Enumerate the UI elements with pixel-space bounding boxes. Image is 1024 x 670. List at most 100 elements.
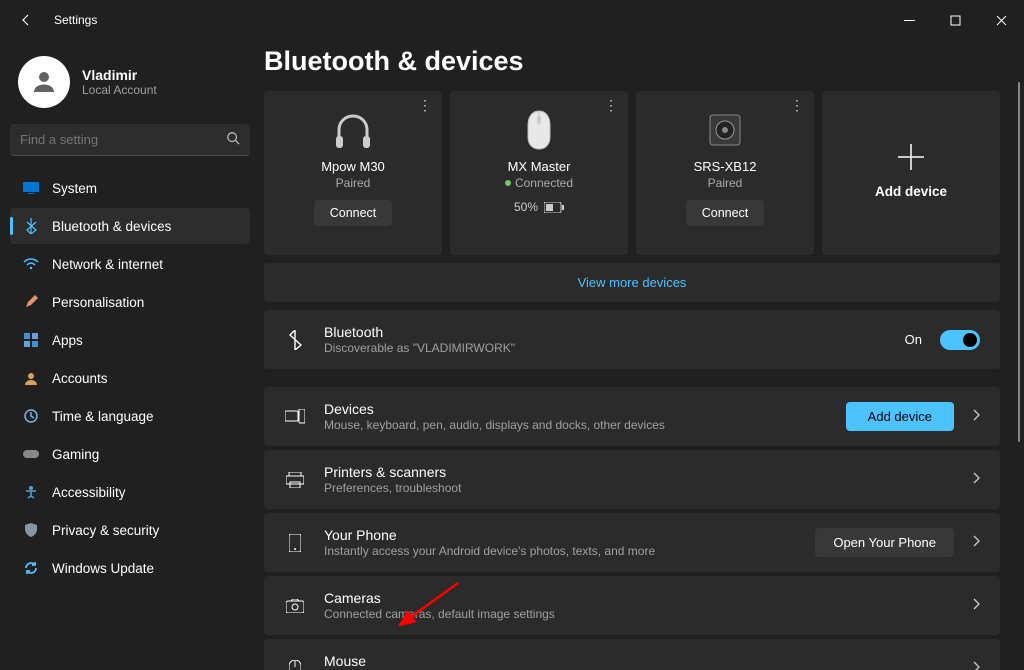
camera-icon	[284, 599, 306, 613]
sidebar-item-windows-update[interactable]: Windows Update	[10, 550, 250, 586]
brush-icon	[22, 293, 40, 311]
card-more-button[interactable]: ⋮	[418, 97, 432, 114]
sidebar-item-label: Accessibility	[52, 485, 126, 500]
sidebar: Vladimir Local Account System Bluetooth …	[0, 40, 260, 670]
row-title: Your Phone	[324, 527, 797, 543]
connected-dot-icon	[505, 180, 511, 186]
sidebar-item-label: Time & language	[52, 409, 154, 424]
card-more-button[interactable]: ⋮	[604, 97, 618, 114]
row-bluetooth-toggle[interactable]: Bluetooth Discoverable as "VLADIMIRWORK"…	[264, 310, 1000, 369]
shield-icon	[22, 521, 40, 539]
device-name: SRS-XB12	[694, 159, 757, 174]
row-sub: Mouse, keyboard, pen, audio, displays an…	[324, 418, 828, 432]
add-device-label: Add device	[875, 184, 947, 199]
back-button[interactable]	[14, 8, 38, 32]
gaming-icon	[22, 445, 40, 463]
sidebar-item-label: Personalisation	[52, 295, 144, 310]
open-your-phone-button[interactable]: Open Your Phone	[815, 528, 954, 557]
add-device-button[interactable]: Add device	[846, 402, 954, 431]
sidebar-item-label: Bluetooth & devices	[52, 219, 171, 234]
mouse-outline-icon	[284, 660, 306, 670]
close-icon	[996, 15, 1007, 26]
row-sub: Instantly access your Android device's p…	[324, 544, 797, 558]
row-sub: Preferences, troubleshoot	[324, 481, 954, 495]
chevron-right-icon	[972, 408, 980, 426]
sidebar-item-label: Privacy & security	[52, 523, 159, 538]
bluetooth-toggle[interactable]	[940, 330, 980, 350]
row-title: Bluetooth	[324, 324, 887, 340]
device-card-mpowm30[interactable]: ⋮ Mpow M30 Paired Connect	[264, 91, 442, 255]
speaker-icon	[708, 107, 742, 153]
view-more-devices-link[interactable]: View more devices	[264, 263, 1000, 302]
sidebar-item-gaming[interactable]: Gaming	[10, 436, 250, 472]
chevron-right-icon	[972, 471, 980, 489]
row-sub: Discoverable as "VLADIMIRWORK"	[324, 341, 887, 355]
profile-name: Vladimir	[82, 67, 157, 83]
search-input[interactable]	[10, 124, 250, 156]
connect-button[interactable]: Connect	[314, 200, 393, 226]
devices-icon	[284, 409, 306, 425]
app-title: Settings	[54, 13, 97, 27]
row-title: Printers & scanners	[324, 464, 954, 480]
maximize-button[interactable]	[932, 0, 978, 40]
sidebar-item-system[interactable]: System	[10, 170, 250, 206]
clock-icon	[22, 407, 40, 425]
bluetooth-icon	[22, 217, 40, 235]
main-content: Bluetooth & devices ⋮ Mpow M30 Paired Co…	[260, 40, 1024, 670]
bluetooth-icon	[284, 330, 306, 350]
sidebar-item-accessibility[interactable]: Accessibility	[10, 474, 250, 510]
device-status: Connected	[505, 176, 573, 190]
sidebar-item-time-language[interactable]: Time & language	[10, 398, 250, 434]
minimize-button[interactable]	[886, 0, 932, 40]
sidebar-item-personalisation[interactable]: Personalisation	[10, 284, 250, 320]
minimize-icon	[904, 15, 915, 26]
card-more-button[interactable]: ⋮	[790, 97, 804, 114]
row-devices[interactable]: Devices Mouse, keyboard, pen, audio, dis…	[264, 387, 1000, 446]
add-device-card[interactable]: Add device	[822, 91, 1000, 255]
sidebar-item-apps[interactable]: Apps	[10, 322, 250, 358]
profile[interactable]: Vladimir Local Account	[18, 56, 250, 108]
sidebar-item-label: System	[52, 181, 97, 196]
sidebar-item-label: Windows Update	[52, 561, 154, 576]
chevron-right-icon	[972, 597, 980, 615]
apps-icon	[22, 331, 40, 349]
phone-icon	[284, 534, 306, 552]
row-printers-scanners[interactable]: Printers & scanners Preferences, trouble…	[264, 450, 1000, 509]
headphones-icon	[331, 107, 375, 153]
avatar	[18, 56, 70, 108]
profile-sub: Local Account	[82, 83, 157, 97]
close-button[interactable]	[978, 0, 1024, 40]
device-name: Mpow M30	[321, 159, 385, 174]
connect-button[interactable]: Connect	[686, 200, 765, 226]
scrollbar-indicator[interactable]	[1018, 82, 1020, 442]
sidebar-item-label: Network & internet	[52, 257, 163, 272]
chevron-right-icon	[972, 660, 980, 670]
sidebar-item-bluetooth-devices[interactable]: Bluetooth & devices	[10, 208, 250, 244]
row-mouse[interactable]: Mouse Buttons, mouse pointer speed, scro…	[264, 639, 1000, 670]
maximize-icon	[950, 15, 961, 26]
title-bar: Settings	[0, 0, 1024, 40]
search-box[interactable]	[10, 124, 250, 156]
sidebar-item-network[interactable]: Network & internet	[10, 246, 250, 282]
page-title: Bluetooth & devices	[264, 46, 1000, 77]
battery-icon	[544, 202, 564, 213]
device-card-mxmaster[interactable]: ⋮ MX Master Connected 50%	[450, 91, 628, 255]
sidebar-item-accounts[interactable]: Accounts	[10, 360, 250, 396]
window-controls	[886, 0, 1024, 40]
row-cameras[interactable]: Cameras Connected cameras, default image…	[264, 576, 1000, 635]
mouse-icon	[525, 107, 553, 153]
accessibility-icon	[22, 483, 40, 501]
row-your-phone[interactable]: Your Phone Instantly access your Android…	[264, 513, 1000, 572]
person-icon	[29, 67, 59, 97]
row-title: Cameras	[324, 590, 954, 606]
toggle-state-label: On	[905, 332, 922, 347]
row-sub: Connected cameras, default image setting…	[324, 607, 954, 621]
search-icon	[226, 131, 240, 150]
printer-icon	[284, 472, 306, 488]
device-card-srsxb12[interactable]: ⋮ SRS-XB12 Paired Connect	[636, 91, 814, 255]
nav: System Bluetooth & devices Network & int…	[10, 170, 250, 586]
sidebar-item-label: Apps	[52, 333, 83, 348]
account-icon	[22, 369, 40, 387]
display-icon	[22, 179, 40, 197]
sidebar-item-privacy[interactable]: Privacy & security	[10, 512, 250, 548]
